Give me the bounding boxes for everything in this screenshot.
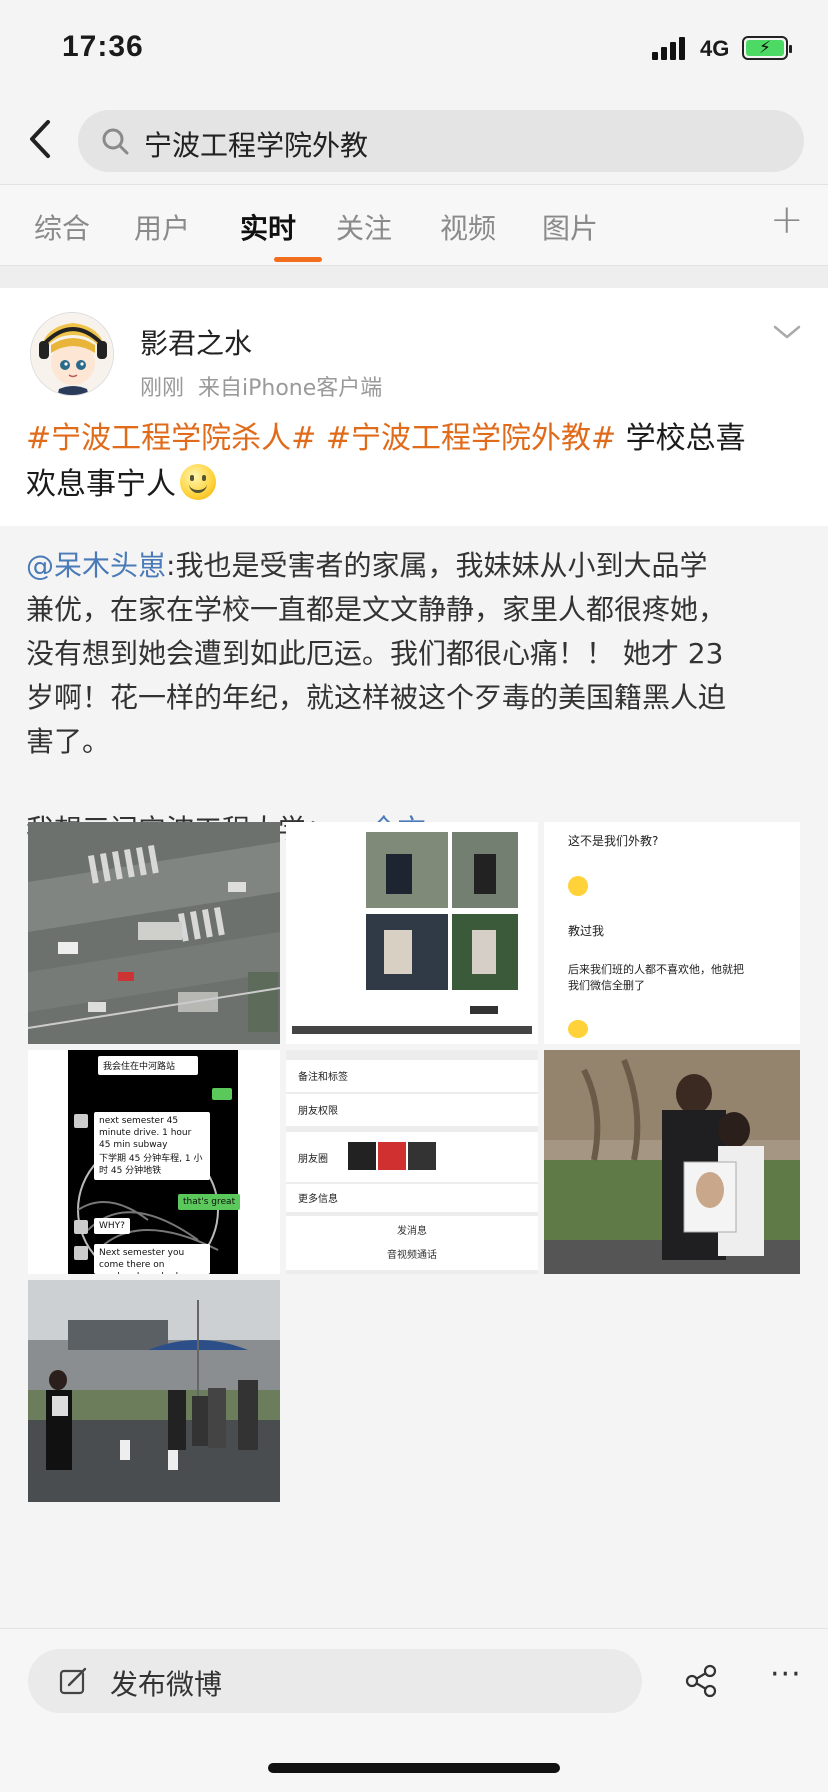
- image-profile-screenshot[interactable]: 备注和标签 朋友权限 朋友圈 更多信息 发消息 音视频通话: [286, 1050, 538, 1274]
- avatar[interactable]: [30, 312, 114, 396]
- network-label: 4G: [700, 36, 730, 61]
- add-tab-icon[interactable]: +: [770, 197, 804, 243]
- chat-message: 教过我: [568, 924, 605, 938]
- repost-line: 兼优，在家在学校一直都是文文静静，家里人都很疼她，: [26, 593, 727, 626]
- tab-realtime[interactable]: 实时: [240, 207, 296, 247]
- chat-bubble: 下学期 45 分钟车程, 1 小时 45 分钟地铁: [94, 1150, 210, 1180]
- emoji-icon: [568, 1020, 588, 1038]
- repost-line: :我也是受害者的家属，我妹妹从小到大品学: [166, 549, 708, 582]
- share-icon[interactable]: [684, 1663, 720, 1699]
- image-chat-screenshot[interactable]: 这不是我们外教? 教过我 后来我们班的人都不喜欢他，他就把 我们微信全删了: [544, 822, 800, 1044]
- chat-bubble: 我会住在中河路站: [98, 1056, 198, 1075]
- chat-bubble: Next semester you come there on weekends…: [94, 1244, 210, 1274]
- chat-bubble: next semester 45 minute drive. 1 hour 45…: [94, 1112, 210, 1154]
- tab-follow[interactable]: 关注: [336, 207, 392, 247]
- compose-button[interactable]: 发布微博: [28, 1649, 642, 1713]
- back-arrow-icon[interactable]: [22, 114, 62, 164]
- tab-bar: 综合 用户 实时 关注 视频 图片 +: [0, 184, 828, 266]
- repost-block[interactable]: @呆木头崽:我也是受害者的家属，我妹妹从小到大品学 兼优，在家在学校一直都是文文…: [0, 526, 828, 1628]
- signal-icon: [652, 36, 688, 60]
- author-name[interactable]: 影君之水: [140, 322, 252, 362]
- post-source: 来自iPhone客户端: [198, 376, 383, 401]
- home-indicator: [268, 1763, 560, 1773]
- mention-link[interactable]: @呆木头崽: [26, 549, 166, 582]
- emoji-icon: [568, 876, 588, 896]
- status-time: 17:36: [62, 30, 144, 63]
- tab-comprehensive[interactable]: 综合: [34, 207, 90, 247]
- post-meta: 刚刚 来自iPhone客户端: [140, 370, 382, 402]
- post-text: #宁波工程学院杀人# #宁波工程学院外教# 学校总喜 欢息事宁人: [26, 416, 806, 508]
- chevron-down-icon[interactable]: [772, 322, 802, 342]
- image-photo-collage[interactable]: [286, 822, 538, 1044]
- status-bar: 17:36 4G ⚡: [0, 0, 828, 100]
- hashtag-link[interactable]: #宁波工程学院杀人#: [26, 421, 316, 456]
- compose-label: 发布微博: [110, 1668, 223, 1701]
- more-options-icon[interactable]: ···: [770, 1660, 806, 1695]
- edit-icon: [59, 1667, 87, 1695]
- tab-video[interactable]: 视频: [440, 207, 496, 247]
- image-protest-photo[interactable]: [544, 1050, 800, 1274]
- hashtag-link[interactable]: #宁波工程学院外教#: [326, 421, 616, 456]
- repost-line: 没有想到她会遭到如此厄运。我们都很心痛！！ 她才 23: [26, 637, 724, 670]
- bottom-bar: 发布微博 ···: [0, 1628, 828, 1792]
- profile-row: 备注和标签: [298, 1072, 348, 1083]
- tab-users[interactable]: 用户: [134, 207, 190, 247]
- profile-row: 朋友权限: [298, 1106, 338, 1117]
- chat-message: 后来我们班的人都不喜欢他，他就把 我们微信全删了: [568, 963, 744, 992]
- repost-line: 害了。: [26, 725, 111, 758]
- repost-text: @呆木头崽:我也是受害者的家属，我妹妹从小到大品学 兼优，在家在学校一直都是文文…: [26, 544, 812, 852]
- battery-icon: ⚡: [742, 36, 792, 60]
- smile-emoji-icon: [180, 464, 216, 500]
- profile-action: 发消息: [397, 1226, 427, 1237]
- image-street-protest[interactable]: [28, 1280, 280, 1502]
- image-dark-chat[interactable]: 我会住在中河路站 next semester 45 minute drive. …: [28, 1050, 280, 1274]
- repost-line: 岁啊！花一样的年纪，就这样被这个歹毒的美国籍黑人迫: [26, 681, 727, 714]
- chat-bubble: WHY?: [94, 1218, 130, 1234]
- post-card: 影君之水 刚刚 来自iPhone客户端 #宁波工程学院杀人# #宁波工程学院外教…: [0, 288, 828, 1628]
- profile-row: 更多信息: [298, 1194, 338, 1205]
- post-time: 刚刚: [140, 376, 185, 401]
- profile-action: 音视频通话: [387, 1250, 437, 1261]
- search-input[interactable]: 宁波工程学院外教: [78, 110, 804, 172]
- profile-row: 朋友圈: [298, 1154, 328, 1165]
- chat-message: 这不是我们外教?: [568, 834, 659, 848]
- post-body-text: 欢息事宁人: [26, 467, 176, 502]
- search-icon: [102, 128, 129, 155]
- active-tab-indicator: [274, 257, 322, 262]
- image-intersection[interactable]: [28, 822, 280, 1044]
- search-query: 宁波工程学院外教: [144, 129, 369, 162]
- tab-images[interactable]: 图片: [542, 207, 598, 247]
- post-body-text: 学校总喜: [625, 421, 746, 456]
- chat-bubble: that's great: [178, 1194, 241, 1210]
- search-header: 宁波工程学院外教: [0, 100, 828, 184]
